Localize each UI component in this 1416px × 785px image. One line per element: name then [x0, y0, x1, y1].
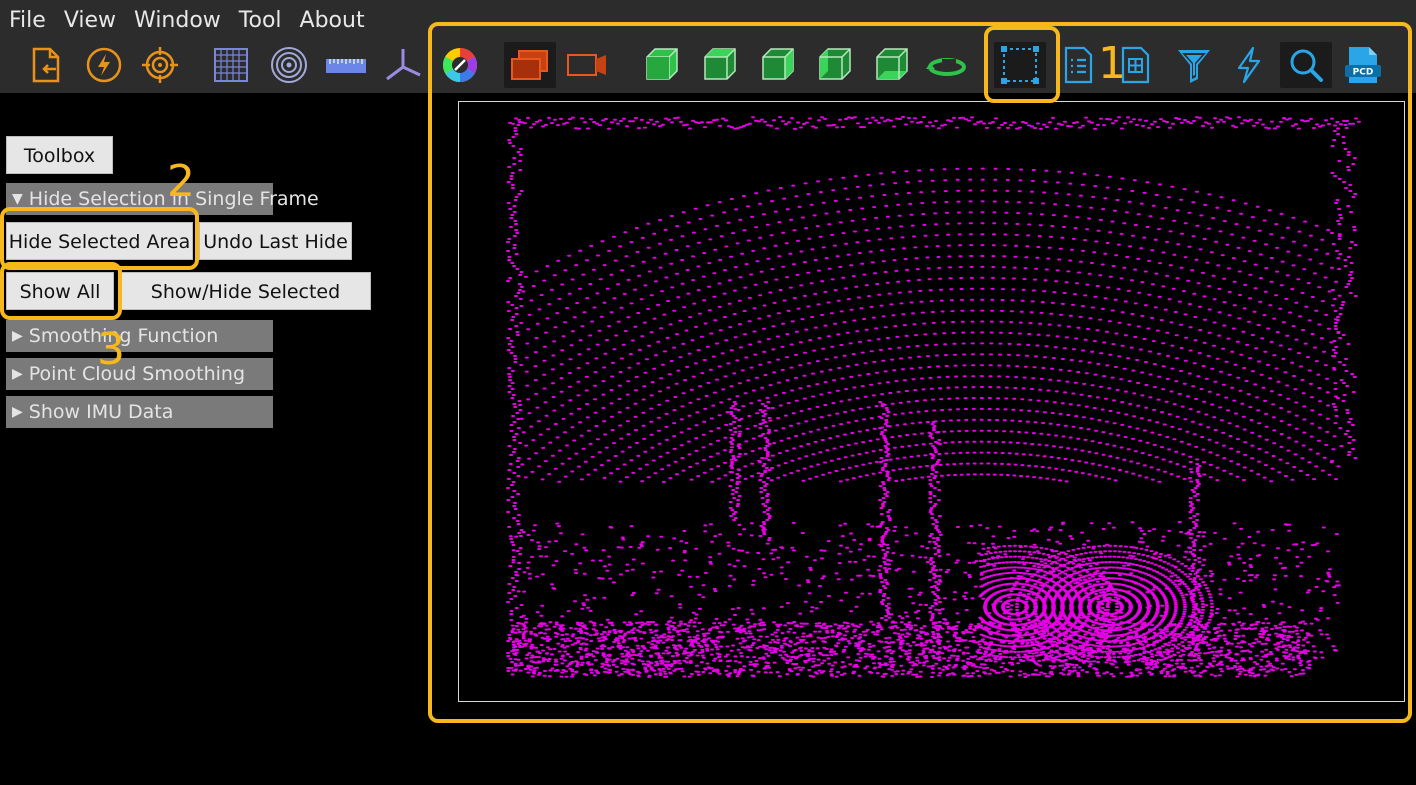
- lightning-icon: [86, 47, 122, 83]
- hide-selected-area-highlight: [0, 207, 199, 270]
- menu-file[interactable]: File: [0, 0, 55, 42]
- show-all-highlight: [0, 262, 122, 320]
- viewport-highlight: [428, 22, 1412, 723]
- concentric-circles-icon: [271, 47, 307, 83]
- target-icon: [142, 47, 178, 83]
- ruler-button[interactable]: [320, 42, 372, 88]
- open-file-icon: [32, 47, 60, 83]
- point-cloud-smoothing-label: Point Cloud Smoothing: [28, 363, 245, 385]
- smoothing-function-section[interactable]: ▶ Smoothing Function: [6, 320, 273, 352]
- menu-about[interactable]: About: [291, 0, 374, 42]
- collapsed-arrow-icon: ▶: [12, 366, 23, 382]
- axes-button[interactable]: [377, 42, 429, 88]
- grid-button[interactable]: [205, 42, 257, 88]
- axes-icon: [386, 49, 421, 81]
- point-cloud-smoothing-section[interactable]: ▶ Point Cloud Smoothing: [6, 358, 273, 390]
- show-imu-data-label: Show IMU Data: [28, 401, 174, 423]
- undo-last-hide-button[interactable]: Undo Last Hide: [199, 222, 352, 260]
- show-imu-data-section[interactable]: ▶ Show IMU Data: [6, 396, 273, 428]
- toolbox-button[interactable]: Toolbox: [6, 136, 113, 174]
- concentric-circles-button[interactable]: [263, 42, 315, 88]
- menu-tool[interactable]: Tool: [230, 0, 291, 42]
- annotation-label-2: 2: [167, 156, 195, 207]
- menu-window[interactable]: Window: [125, 0, 230, 42]
- show-hide-selected-areas-button[interactable]: Show/Hide Selected Areas: [120, 272, 371, 341]
- annotation-label-3: 3: [97, 324, 125, 375]
- lightning-button[interactable]: [78, 42, 130, 88]
- rectangle-select-highlight: [984, 26, 1060, 103]
- ruler-icon: [326, 59, 366, 73]
- menu-bar: File View Window Tool About: [0, 0, 374, 42]
- menu-view[interactable]: View: [55, 0, 125, 42]
- annotation-label-1: 1: [1098, 38, 1126, 89]
- open-file-button[interactable]: [20, 42, 72, 88]
- collapsed-arrow-icon: ▶: [12, 404, 23, 420]
- grid-icon: [214, 48, 248, 82]
- target-button[interactable]: [134, 42, 186, 88]
- collapsed-arrow-icon: ▶: [12, 328, 23, 344]
